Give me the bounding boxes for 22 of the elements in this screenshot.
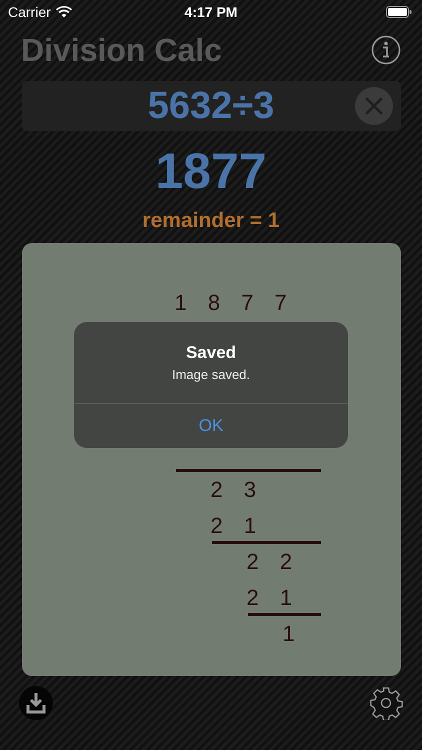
result-value: 1877	[155, 142, 267, 201]
download-button[interactable]	[19, 686, 53, 720]
settings-icon[interactable]	[369, 686, 403, 720]
digit-row-text: 2 1	[210, 512, 256, 540]
download-icon	[26, 692, 46, 714]
carrier-label: Carrier	[8, 4, 51, 20]
quotient-row-text: 1 8 7 7	[174, 289, 287, 317]
digit-row-text: 1	[282, 620, 295, 648]
info-icon[interactable]	[371, 35, 401, 65]
remainder-label: remainder = 1	[142, 209, 280, 233]
digit-row-text: 2 2	[246, 548, 292, 576]
ok-button[interactable]: OK	[74, 404, 348, 448]
digit-row-text: 2 1	[246, 584, 292, 612]
battery-icon	[386, 6, 412, 18]
status-time: 4:17 PM	[184, 4, 238, 20]
app-title: Division Calc	[21, 32, 222, 68]
wifi-icon	[56, 6, 72, 18]
close-icon	[364, 97, 382, 115]
alert-title: Saved	[186, 343, 236, 363]
digit-row-text: 2 3	[210, 476, 256, 504]
expression-field[interactable]: 5632÷3	[22, 81, 400, 131]
alert-message: Image saved.	[172, 367, 250, 382]
